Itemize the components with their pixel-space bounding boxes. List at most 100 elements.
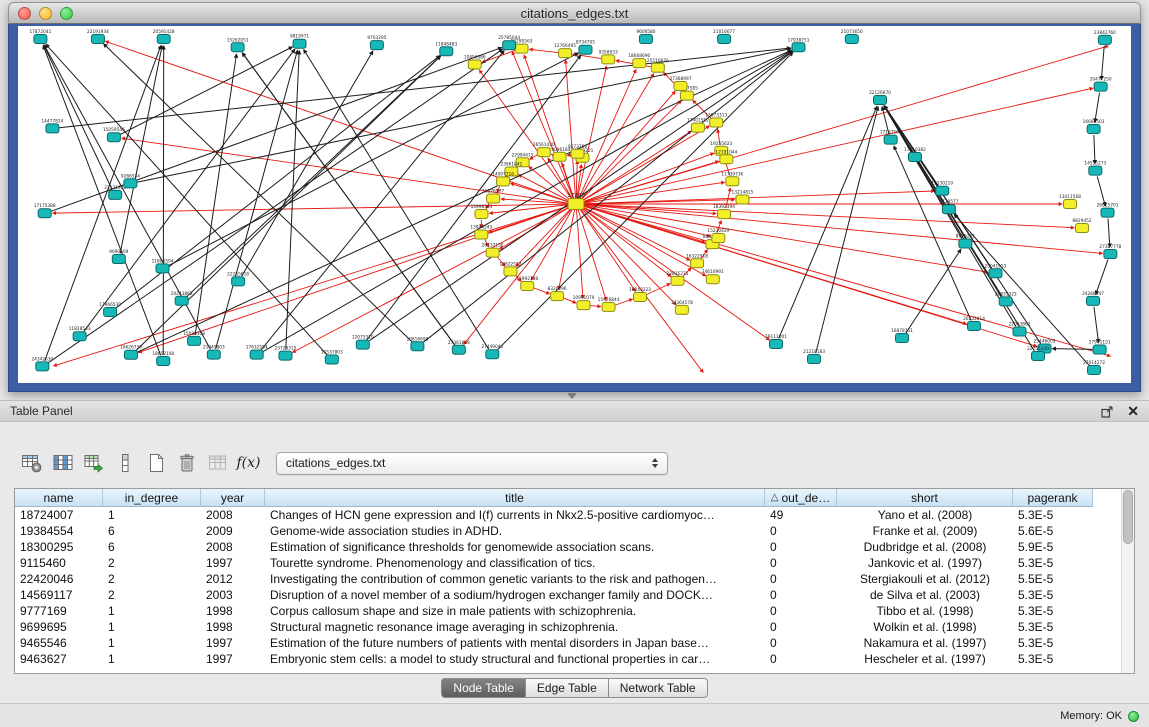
network-node-teal[interactable] bbox=[125, 350, 138, 359]
column-header-pagerank[interactable]: pagerank bbox=[1013, 489, 1093, 507]
network-node-teal[interactable] bbox=[1088, 366, 1101, 375]
network-node-teal[interactable] bbox=[1093, 345, 1106, 354]
citation-edge[interactable] bbox=[1096, 260, 1108, 295]
table-source-dropdown[interactable]: citations_edges.txt bbox=[276, 452, 668, 475]
tab-edge-table[interactable]: Edge Table bbox=[526, 678, 609, 698]
citation-edge[interactable] bbox=[884, 106, 1034, 351]
network-node-teal[interactable] bbox=[936, 186, 949, 195]
citation-edge[interactable] bbox=[1108, 219, 1110, 248]
network-node-teal[interactable] bbox=[808, 355, 821, 364]
table-row[interactable]: 2242004622012Investigating the contribut… bbox=[15, 571, 1134, 587]
network-node-teal[interactable] bbox=[874, 96, 887, 105]
table-row[interactable]: 1456911722003Disruption of a novel membe… bbox=[15, 587, 1134, 603]
table-row[interactable]: 1872400712008Changes of HCN gene express… bbox=[15, 507, 1134, 523]
network-node-teal[interactable] bbox=[1087, 296, 1100, 305]
network-node-yellow[interactable] bbox=[537, 148, 550, 157]
network-node-teal[interactable] bbox=[207, 350, 220, 359]
network-node-yellow[interactable] bbox=[486, 248, 499, 257]
network-node-teal[interactable] bbox=[370, 41, 383, 50]
network-node-teal[interactable] bbox=[959, 239, 972, 248]
network-node-teal[interactable] bbox=[91, 35, 104, 44]
network-node-yellow[interactable] bbox=[706, 275, 719, 284]
citation-edge[interactable] bbox=[583, 191, 934, 204]
column-header-name[interactable]: name bbox=[15, 489, 103, 507]
float-panel-icon[interactable] bbox=[1101, 405, 1114, 418]
network-node-yellow[interactable] bbox=[674, 82, 687, 91]
network-node-teal[interactable] bbox=[896, 334, 909, 343]
network-node-yellow[interactable] bbox=[504, 267, 517, 276]
panel-divider-grip[interactable] bbox=[567, 393, 577, 399]
network-node-yellow[interactable] bbox=[475, 209, 488, 218]
network-node-teal[interactable] bbox=[104, 308, 117, 317]
network-node-teal[interactable] bbox=[1104, 250, 1117, 259]
network-node-teal[interactable] bbox=[157, 357, 170, 366]
column-header-out-de[interactable]: △out_de… bbox=[765, 489, 837, 507]
network-node-teal[interactable] bbox=[845, 35, 858, 44]
network-node-teal[interactable] bbox=[356, 340, 369, 349]
network-node-teal[interactable] bbox=[1094, 82, 1107, 91]
citation-edge[interactable] bbox=[304, 50, 489, 349]
network-node-yellow[interactable] bbox=[712, 233, 725, 242]
network-node-teal[interactable] bbox=[968, 322, 981, 331]
row-tools-button[interactable] bbox=[109, 448, 140, 478]
citation-edge[interactable] bbox=[263, 51, 792, 352]
network-node-yellow[interactable] bbox=[475, 230, 488, 239]
citation-edge[interactable] bbox=[195, 54, 236, 335]
citation-edge[interactable] bbox=[583, 205, 988, 272]
network-node-yellow[interactable] bbox=[571, 149, 584, 158]
network-node-teal[interactable] bbox=[718, 35, 731, 44]
network-node-yellow[interactable] bbox=[468, 60, 481, 69]
network-node-teal[interactable] bbox=[1089, 166, 1102, 175]
network-node-teal[interactable] bbox=[999, 297, 1012, 306]
network-node-teal[interactable] bbox=[884, 135, 897, 144]
citation-edge[interactable] bbox=[120, 47, 292, 135]
network-node-teal[interactable] bbox=[908, 152, 921, 161]
network-node-teal[interactable] bbox=[503, 41, 516, 50]
network-node-teal[interactable] bbox=[325, 355, 338, 364]
network-node-yellow[interactable] bbox=[671, 276, 684, 285]
citation-edge[interactable] bbox=[500, 207, 570, 249]
network-node-yellow[interactable] bbox=[691, 259, 704, 268]
network-node-teal[interactable] bbox=[770, 340, 783, 349]
citation-edge[interactable] bbox=[1097, 176, 1105, 206]
citation-edge[interactable] bbox=[567, 155, 570, 156]
network-node-teal[interactable] bbox=[38, 209, 51, 218]
network-node-teal[interactable] bbox=[1013, 327, 1026, 336]
function-builder-button[interactable]: f(x) bbox=[233, 448, 264, 478]
citation-edge[interactable] bbox=[516, 208, 571, 266]
citation-edge[interactable] bbox=[104, 44, 413, 342]
network-node-yellow[interactable] bbox=[553, 152, 566, 161]
zoom-window-button[interactable] bbox=[60, 7, 73, 20]
citation-edge[interactable] bbox=[1101, 46, 1104, 80]
network-node-yellow[interactable] bbox=[521, 281, 534, 290]
import-table-button[interactable] bbox=[202, 448, 233, 478]
network-node-teal[interactable] bbox=[440, 47, 453, 56]
citation-edge[interactable] bbox=[479, 70, 571, 199]
citation-edge[interactable] bbox=[579, 70, 636, 199]
show-columns-button[interactable] bbox=[47, 448, 78, 478]
network-node-teal[interactable] bbox=[1087, 124, 1100, 133]
network-node-yellow[interactable] bbox=[718, 210, 731, 219]
network-node-teal[interactable] bbox=[579, 45, 592, 54]
network-node-teal[interactable] bbox=[156, 264, 169, 273]
network-node-teal[interactable] bbox=[73, 332, 86, 341]
network-node-yellow[interactable] bbox=[675, 305, 688, 314]
network-canvas[interactable]: 1724019603221827375619096184265614302299… bbox=[18, 26, 1131, 383]
close-window-button[interactable] bbox=[18, 7, 31, 20]
create-table-button[interactable] bbox=[140, 448, 171, 478]
delete-table-button[interactable] bbox=[171, 448, 202, 478]
network-node-yellow[interactable] bbox=[680, 91, 693, 100]
network-node-teal[interactable] bbox=[188, 336, 201, 345]
citation-edge[interactable] bbox=[583, 206, 1111, 356]
network-node-yellow[interactable] bbox=[551, 292, 564, 301]
citation-edge[interactable] bbox=[529, 49, 558, 52]
network-node-teal[interactable] bbox=[639, 35, 652, 44]
network-node-teal[interactable] bbox=[279, 351, 292, 360]
network-node-teal[interactable] bbox=[1032, 352, 1045, 361]
network-node-teal[interactable] bbox=[942, 205, 955, 214]
network-node-yellow[interactable] bbox=[487, 194, 500, 203]
network-node-teal[interactable] bbox=[232, 277, 245, 286]
citation-edge[interactable] bbox=[44, 45, 112, 189]
citation-edge[interactable] bbox=[583, 204, 1074, 227]
network-node-yellow[interactable] bbox=[691, 123, 704, 132]
